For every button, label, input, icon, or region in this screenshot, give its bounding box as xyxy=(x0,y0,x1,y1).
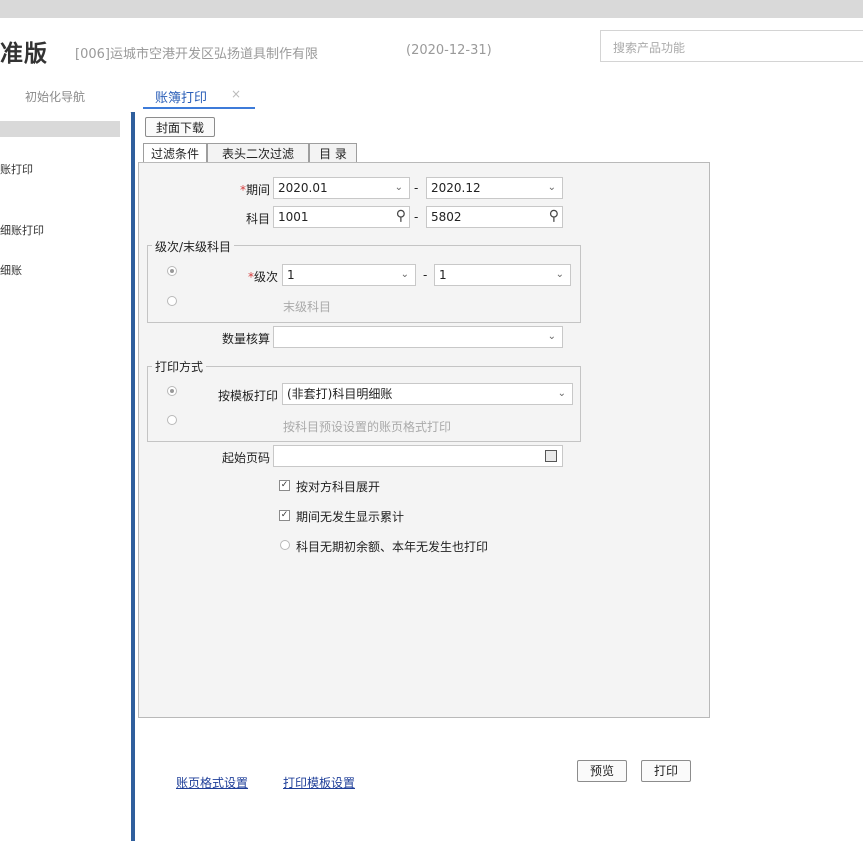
calculator-icon[interactable] xyxy=(545,450,557,462)
print-empty-subject-radio[interactable] xyxy=(280,540,290,550)
chevron-down-icon: ⌄ xyxy=(555,269,564,280)
quantity-label: 数量核算 xyxy=(221,332,270,346)
template-select[interactable]: (非套打)科目明细账 ⌄ xyxy=(282,383,573,405)
tab-header-secondary-filter[interactable]: 表头二次过滤 xyxy=(207,143,309,163)
range-dash: - xyxy=(423,268,428,282)
chevron-down-icon: ⌄ xyxy=(400,269,409,280)
cover-download-button[interactable]: 封面下载 xyxy=(145,117,215,137)
range-dash: - xyxy=(414,181,419,195)
chevron-down-icon: ⌄ xyxy=(394,182,403,193)
tab-directory[interactable]: 目 录 xyxy=(309,143,357,163)
sidebar-header xyxy=(0,121,120,137)
period-from-select[interactable]: 2020.01 ⌄ xyxy=(273,177,410,199)
range-dash: - xyxy=(414,210,419,224)
level-group-title: 级次/末级科目 xyxy=(152,238,235,255)
level-label: *级次 xyxy=(247,270,278,284)
subject-label: 科目 xyxy=(245,212,270,226)
template-print-radio[interactable] xyxy=(167,386,177,396)
chevron-down-icon: ⌄ xyxy=(547,182,556,193)
company-date: (2020-12-31) xyxy=(406,43,492,58)
period-label: *期间 xyxy=(239,183,270,197)
tab-filter-conditions[interactable]: 过滤条件 xyxy=(143,143,207,164)
show-cumulative-checkbox[interactable]: ✓ xyxy=(279,510,290,521)
print-button[interactable]: 打印 xyxy=(641,760,691,782)
level-radio[interactable] xyxy=(167,266,177,276)
expand-counterpart-label: 按对方科目展开 xyxy=(296,480,381,494)
chevron-down-icon: ⌄ xyxy=(547,331,556,342)
level-to-select[interactable]: 1 ⌄ xyxy=(434,264,571,286)
chevron-down-icon: ⌄ xyxy=(557,388,566,399)
quantity-select[interactable]: ⌄ xyxy=(273,326,563,348)
expand-counterpart-checkbox[interactable]: ✓ xyxy=(279,480,290,491)
print-template-settings-link[interactable]: 打印模板设置 xyxy=(283,774,355,791)
page-format-settings-link[interactable]: 账页格式设置 xyxy=(176,774,248,791)
preview-button[interactable]: 预览 xyxy=(577,760,627,782)
active-tab-indicator xyxy=(143,107,255,109)
last-level-radio[interactable] xyxy=(167,296,177,306)
tab-close-icon[interactable]: × xyxy=(231,87,241,101)
sidebar-item-detail-print[interactable]: 细账打印 xyxy=(0,222,44,238)
format-print-radio[interactable] xyxy=(167,415,177,425)
sidebar-item-account-print[interactable]: 账打印 xyxy=(0,161,33,177)
window-top-strip xyxy=(0,0,863,18)
app-brand: 准版 xyxy=(0,41,48,67)
search-icon[interactable]: ⚲ xyxy=(396,206,406,226)
search-input[interactable]: 搜索产品功能 xyxy=(600,30,863,62)
template-print-label: 按模板打印 xyxy=(217,389,278,403)
search-placeholder: 搜索产品功能 xyxy=(613,41,686,55)
subject-to-input[interactable]: 5802 ⚲ xyxy=(426,206,563,228)
show-cumulative-label: 期间无发生显示累计 xyxy=(296,510,405,524)
search-icon[interactable]: ⚲ xyxy=(549,206,559,226)
sidebar-item-detail[interactable]: 细账 xyxy=(0,262,22,278)
tab-ledger-print[interactable]: 账簿打印 xyxy=(155,87,207,106)
print-empty-subject-label: 科目无期初余额、本年无发生也打印 xyxy=(296,540,489,554)
subject-from-input[interactable]: 1001 ⚲ xyxy=(273,206,410,228)
period-to-select[interactable]: 2020.12 ⌄ xyxy=(426,177,563,199)
start-page-label: 起始页码 xyxy=(221,451,270,465)
print-mode-title: 打印方式 xyxy=(152,358,207,375)
format-print-option: 按科目预设设置的账页格式打印 xyxy=(283,420,452,434)
last-level-option: 末级科目 xyxy=(283,300,332,314)
level-from-select[interactable]: 1 ⌄ xyxy=(282,264,416,286)
company-name: [006]运城市空港开发区弘扬道具制作有限 xyxy=(75,47,318,62)
tab-bar xyxy=(0,76,863,113)
tab-init-nav[interactable]: 初始化导航 xyxy=(25,88,85,105)
start-page-input[interactable] xyxy=(273,445,563,467)
